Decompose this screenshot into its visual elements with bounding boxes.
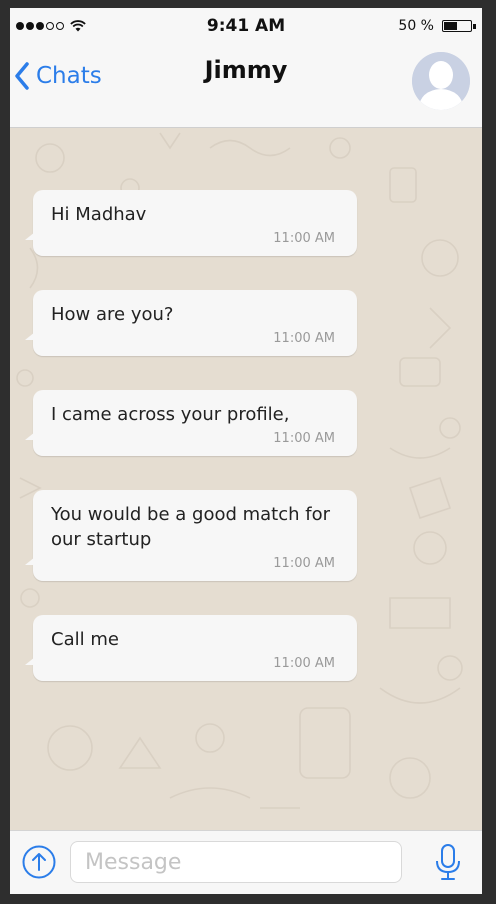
- message-text: How are you?: [51, 304, 174, 325]
- message-text: Hi Madhav: [51, 204, 147, 225]
- message-bubble[interactable]: Call me 11:00 AM: [25, 615, 357, 681]
- message-time: 11:00 AM: [273, 556, 335, 571]
- message-bubble[interactable]: I came across your profile, 11:00 AM: [25, 390, 357, 456]
- upload-button[interactable]: [22, 845, 56, 879]
- battery-percent: 50 %: [398, 18, 434, 34]
- signal-dot: [56, 22, 64, 30]
- signal-strength-icon: [16, 22, 64, 30]
- composer-bar: [10, 830, 482, 894]
- arrow-up-circle-icon: [22, 845, 56, 879]
- signal-dot: [16, 22, 24, 30]
- message-bubble[interactable]: How are you? 11:00 AM: [25, 290, 357, 356]
- microphone-icon: [436, 844, 460, 880]
- battery-area: 50 %: [398, 18, 482, 34]
- message-time: 11:00 AM: [273, 231, 335, 246]
- message-text: I came across your profile,: [51, 404, 290, 425]
- user-silhouette-icon: [412, 52, 470, 110]
- battery-level: [444, 22, 457, 30]
- message-text: Call me: [51, 629, 119, 650]
- status-bar: 9:41 AM 50 %: [10, 8, 482, 44]
- message-bubble[interactable]: You would be a good match for our startu…: [25, 490, 357, 581]
- navigation-bar: Chats Jimmy: [10, 44, 482, 128]
- message-time: 11:00 AM: [273, 331, 335, 346]
- phone-screen: 9:41 AM 50 % Chats Jimmy Hi Madhav 11:00…: [10, 8, 482, 894]
- avatar[interactable]: [412, 52, 470, 110]
- wifi-icon: [70, 20, 86, 32]
- signal-dot: [46, 22, 54, 30]
- signal-dot: [36, 22, 44, 30]
- message-text: You would be a good match for our startu…: [51, 504, 331, 550]
- signal-area: [10, 20, 86, 32]
- message-input[interactable]: [70, 841, 402, 883]
- message-time: 11:00 AM: [273, 656, 335, 671]
- signal-dot: [26, 22, 34, 30]
- chat-area[interactable]: Hi Madhav 11:00 AM How are you? 11:00 AM I c…: [10, 128, 482, 830]
- battery-icon: [442, 20, 476, 32]
- microphone-button[interactable]: [434, 843, 462, 883]
- message-time: 11:00 AM: [273, 431, 335, 446]
- message-bubble[interactable]: Hi Madhav 11:00 AM: [25, 190, 357, 256]
